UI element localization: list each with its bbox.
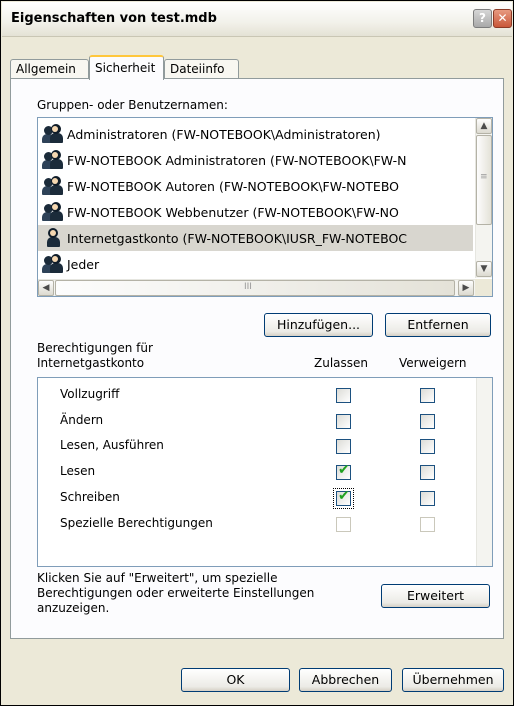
tab-sicherheit[interactable]: Sicherheit <box>89 55 164 80</box>
permission-row: Spezielle Berechtigungen <box>38 511 478 537</box>
group-icon <box>42 150 64 170</box>
window-title: Eigenschaften von test.mdb <box>11 11 217 26</box>
group-icon <box>42 202 64 222</box>
allow-checkbox[interactable]: ✔ <box>333 487 354 509</box>
user-icon <box>42 228 64 248</box>
scroll-up-icon[interactable]: ▲ <box>476 118 492 134</box>
ok-button[interactable]: OK <box>181 668 290 692</box>
permission-row: Lesen ✔ <box>38 459 478 485</box>
user-list-item-label: Jeder <box>67 256 100 272</box>
user-list-item-label: Administratoren (FW-NOTEBOOK\Administrat… <box>67 126 381 142</box>
deny-checkbox[interactable] <box>420 388 435 403</box>
permissions-list: Vollzugriff Ändern Lesen, Ausführen Lesen ✔ S… <box>37 377 493 567</box>
allow-column-header: Zulassen <box>314 356 369 370</box>
user-list-item[interactable]: Jeder <box>38 251 473 277</box>
permission-label: Lesen <box>60 464 96 479</box>
user-list-item[interactable]: Internetgastkonto (FW-NOTEBOOK\IUSR_FW-N… <box>38 225 473 251</box>
permission-label: Lesen, Ausführen <box>60 438 164 453</box>
remove-button[interactable]: Entfernen <box>385 313 491 337</box>
user-list-item-label: Internetgastkonto (FW-NOTEBOOK\IUSR_FW-N… <box>67 230 408 246</box>
properties-dialog: Eigenschaften von test.mdb ? ✕ Allgemein… <box>0 0 514 706</box>
deny-checkbox[interactable] <box>420 490 435 506</box>
permissions-label-line2: Internetgastkonto <box>37 356 145 370</box>
allow-checkbox[interactable] <box>336 413 351 429</box>
users-label: Gruppen- oder Benutzernamen: <box>37 98 228 112</box>
permission-row: Vollzugriff <box>38 382 478 408</box>
advanced-hint-line2: Berechtigungen oder erweiterte Einstellu… <box>37 586 315 600</box>
help-button[interactable]: ? <box>473 9 492 28</box>
group-icon <box>42 124 64 144</box>
apply-button[interactable]: Übernehmen <box>402 668 504 692</box>
allow-checkbox[interactable] <box>336 388 351 403</box>
add-button[interactable]: Hinzufügen... <box>264 313 373 337</box>
tab-dateiinfo[interactable]: Dateiinfo <box>164 59 239 79</box>
scroll-down-icon[interactable]: ▼ <box>476 261 492 277</box>
scroll-corner <box>475 279 492 296</box>
user-list-item[interactable]: FW-NOTEBOOK Webbenutzer (FW-NOTEBOOK\FW-… <box>38 199 473 225</box>
advanced-hint-line3: anzuzeigen. <box>37 601 110 615</box>
deny-checkbox[interactable] <box>420 413 435 429</box>
user-list-item[interactable]: FW-NOTEBOOK Administratoren (FW-NOTEBOOK… <box>38 147 473 173</box>
title-bar[interactable]: Eigenschaften von test.mdb ? ✕ <box>2 2 512 37</box>
grip-icon: ≡ <box>480 172 488 182</box>
user-list-item[interactable]: Administratoren (FW-NOTEBOOK\Administrat… <box>38 121 473 147</box>
permission-label: Vollzugriff <box>60 387 120 401</box>
horizontal-scroll-thumb[interactable]: III <box>55 280 455 296</box>
deny-checkbox <box>420 516 435 532</box>
close-button[interactable]: ✕ <box>493 9 512 28</box>
permission-label: Schreiben <box>60 489 120 504</box>
cancel-button[interactable]: Abbrechen <box>299 668 392 692</box>
checkmark-icon: ✔ <box>338 487 350 504</box>
permissions-label-line1: Berechtigungen für <box>37 341 153 355</box>
scroll-left-icon[interactable]: ◀ <box>38 280 54 296</box>
permission-row: Schreiben ✔ <box>38 485 478 511</box>
vertical-scroll-thumb[interactable]: ≡ <box>476 135 492 225</box>
user-list-item[interactable]: FW-NOTEBOOK Autoren (FW-NOTEBOOK\FW-NOTE… <box>38 173 473 199</box>
users-vertical-scrollbar[interactable]: ▲ ≡ ▼ <box>475 118 492 278</box>
group-icon <box>42 176 64 196</box>
deny-checkbox[interactable] <box>420 465 435 481</box>
user-list-item-label: FW-NOTEBOOK Administratoren (FW-NOTEBOOK… <box>67 152 407 168</box>
allow-checkbox <box>336 516 351 532</box>
scroll-right-icon[interactable]: ▶ <box>458 280 474 296</box>
user-list-item-label: FW-NOTEBOOK Webbenutzer (FW-NOTEBOOK\FW-… <box>67 204 399 220</box>
permission-label: Spezielle Berechtigungen <box>60 515 213 530</box>
permissions-scrollbar <box>476 378 492 566</box>
permission-row: Ändern <box>38 408 478 434</box>
tab-allgemein[interactable]: Allgemein <box>10 59 89 79</box>
deny-column-header: Verweigern <box>399 356 467 370</box>
users-listbox[interactable]: Administratoren (FW-NOTEBOOK\Administrat… <box>37 117 493 297</box>
advanced-button[interactable]: Erweitert <box>381 584 490 608</box>
allow-checkbox[interactable] <box>336 439 351 455</box>
users-horizontal-scrollbar[interactable]: ◀ III ▶ <box>38 279 475 296</box>
user-list-item-label: FW-NOTEBOOK Autoren (FW-NOTEBOOK\FW-NOTE… <box>67 178 400 194</box>
checkmark-icon: ✔ <box>338 462 350 479</box>
permission-row: Lesen, Ausführen <box>38 433 478 459</box>
permission-label: Ändern <box>60 412 104 427</box>
allow-checkbox[interactable]: ✔ <box>336 462 351 481</box>
hgrip-icon: III <box>244 282 252 292</box>
advanced-hint-line1: Klicken Sie auf "Erweitert", um speziell… <box>37 571 278 585</box>
group-icon <box>42 254 64 274</box>
deny-checkbox[interactable] <box>420 439 435 455</box>
